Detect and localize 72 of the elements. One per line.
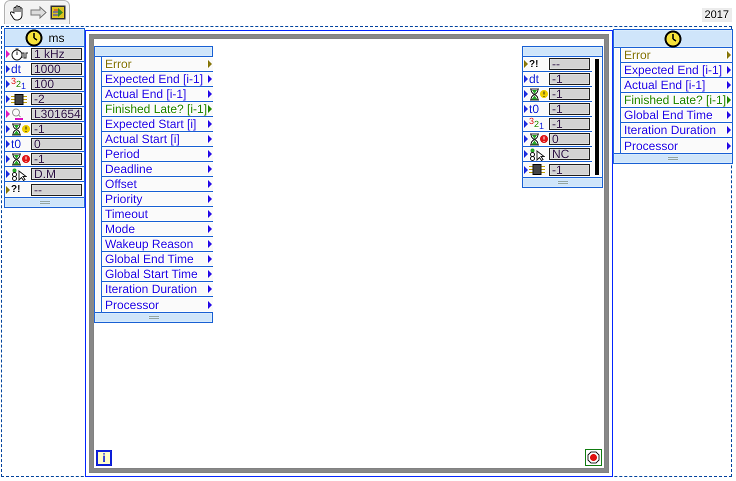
priority-label: 321 (529, 115, 544, 133)
terminal-label[interactable]: Actual Start [i] (105, 132, 180, 146)
error-label: ?! (529, 58, 538, 70)
hourglass-icon (529, 88, 540, 100)
terminal-label[interactable]: Global End Time (624, 108, 713, 122)
terminal-label[interactable]: Mode (105, 222, 136, 236)
resize-handle[interactable] (558, 181, 568, 184)
constant-value[interactable]: -1 (549, 118, 590, 130)
clock-icon (24, 28, 42, 46)
arrow-icon[interactable] (30, 6, 47, 19)
constant-value[interactable]: D.M (31, 168, 82, 180)
terminal-label[interactable]: Processor (624, 138, 678, 152)
hourglass-icon (11, 122, 22, 136)
constant-value[interactable]: NC (549, 148, 590, 160)
icon-label: dt (529, 72, 540, 86)
icon-label: dt (11, 62, 22, 76)
terminal-label[interactable]: Wakeup Reason (105, 237, 194, 251)
constant-value[interactable]: -1 (549, 73, 590, 85)
cursor-icon (11, 168, 27, 180)
constant-value[interactable]: -- (549, 58, 590, 70)
icon-label: t0 (11, 138, 22, 150)
terminal-label[interactable]: Priority (105, 192, 142, 206)
constant-value[interactable]: -1 (31, 153, 82, 165)
terminal-label[interactable]: Error (105, 57, 132, 71)
warning-icon (22, 125, 30, 133)
version-label: 2017 (702, 8, 732, 22)
terminal-label[interactable]: Global End Time (105, 252, 194, 266)
hourglass-icon (11, 152, 22, 166)
unit-label: ms (48, 30, 64, 44)
priority-label: 321 (11, 75, 26, 93)
constant-value[interactable]: -1 (549, 88, 590, 100)
warning-icon (540, 90, 548, 98)
terminal-label[interactable]: Global Start Time (105, 267, 198, 281)
error-label: ?! (11, 183, 20, 196)
terminal-label[interactable]: Deadline (105, 162, 152, 176)
terminal-label[interactable]: Actual End [i-1] (624, 78, 706, 92)
constant-value[interactable]: -2 (31, 93, 82, 105)
error-icon (540, 135, 548, 143)
magnifier-icon (11, 108, 25, 120)
constant-value[interactable]: 0 (31, 138, 82, 150)
terminal-label[interactable]: Timeout (105, 207, 148, 221)
terminal-label[interactable]: Processor (105, 298, 160, 312)
constant-value[interactable]: -1 (31, 123, 82, 135)
stop-icon[interactable] (585, 449, 602, 466)
constant-value[interactable]: 100 (31, 78, 82, 90)
terminal-label[interactable]: Iteration Duration (105, 282, 198, 296)
terminal-label[interactable]: Error (624, 48, 651, 62)
resize-handle[interactable] (40, 201, 50, 204)
clock-icon (664, 30, 682, 48)
vi-icon[interactable] (50, 5, 66, 20)
constant-value[interactable]: 1 kHz (31, 48, 82, 60)
constant-value[interactable]: -1 (549, 164, 590, 176)
constant-value[interactable]: -1 (549, 103, 590, 115)
resize-handle[interactable] (148, 316, 158, 319)
constant-value[interactable]: 0 (549, 133, 590, 145)
terminal-label[interactable]: Finished Late? [i-1] (624, 93, 726, 107)
chip-icon (11, 94, 27, 104)
cursor-icon (529, 148, 545, 160)
error-icon (22, 155, 30, 163)
icon-label: t0 (529, 102, 540, 116)
terminal-label[interactable]: Offset (105, 177, 137, 191)
chip-icon (529, 164, 545, 175)
resize-handle[interactable] (668, 157, 678, 160)
terminal-label[interactable]: Expected End [i-1] (624, 63, 722, 77)
terminal-label[interactable]: Period (105, 147, 140, 161)
terminal-label[interactable]: Actual End [i-1] (105, 87, 186, 101)
constant-value[interactable]: 1000 (31, 63, 82, 75)
constant-value[interactable]: L301654 (31, 108, 82, 120)
terminal-label[interactable]: Iteration Duration (624, 123, 716, 137)
iteration-terminal: i (96, 450, 112, 466)
constant-value[interactable]: -- (31, 184, 82, 196)
hourglass-icon (529, 132, 540, 146)
